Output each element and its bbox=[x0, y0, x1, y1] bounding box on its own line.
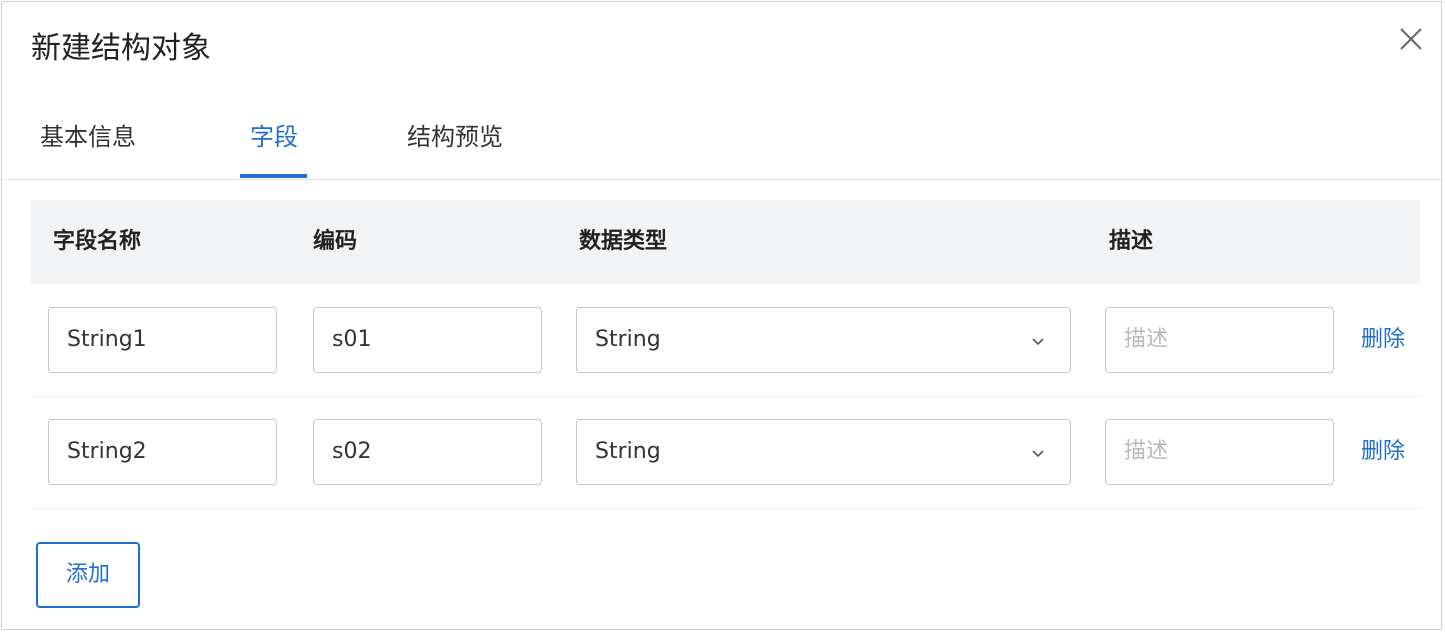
data-type-value: String bbox=[595, 439, 661, 464]
chevron-down-icon bbox=[1032, 450, 1044, 458]
column-header-data-type: 数据类型 bbox=[579, 229, 668, 254]
field-code-input[interactable]: s01 bbox=[313, 307, 542, 373]
field-code-input[interactable]: s02 bbox=[313, 419, 542, 485]
column-header-field-name: 字段名称 bbox=[53, 229, 142, 254]
tab-bar: 基本信息 字段 结构预览 bbox=[2, 102, 1441, 180]
column-header-description: 描述 bbox=[1109, 229, 1154, 254]
fields-table-header: 字段名称 编码 数据类型 描述 bbox=[31, 200, 1420, 284]
data-type-value: String bbox=[595, 327, 661, 352]
dialog-title: 新建结构对象 bbox=[31, 31, 211, 66]
close-icon bbox=[1400, 28, 1422, 50]
chevron-down-icon bbox=[1032, 338, 1044, 346]
tab-basic-info[interactable]: 基本信息 bbox=[40, 121, 136, 153]
description-input[interactable]: 描述 bbox=[1105, 419, 1334, 485]
data-type-select[interactable]: String bbox=[576, 419, 1071, 485]
tab-fields[interactable]: 字段 bbox=[250, 121, 298, 153]
table-row: String1 s01 String 描述 删除 bbox=[31, 284, 1420, 397]
delete-row-link[interactable]: 删除 bbox=[1361, 419, 1405, 485]
create-structure-dialog: 新建结构对象 基本信息 字段 结构预览 字段名称 编码 数据类型 描述 Stri… bbox=[1, 1, 1442, 630]
column-header-code: 编码 bbox=[313, 229, 358, 254]
data-type-select[interactable]: String bbox=[576, 307, 1071, 373]
tab-structure-preview[interactable]: 结构预览 bbox=[407, 121, 503, 153]
field-name-input[interactable]: String2 bbox=[48, 419, 277, 485]
description-input[interactable]: 描述 bbox=[1105, 307, 1334, 373]
close-button[interactable] bbox=[1396, 24, 1426, 54]
add-field-button[interactable]: 添加 bbox=[36, 542, 140, 608]
delete-row-link[interactable]: 删除 bbox=[1361, 307, 1405, 373]
table-row: String2 s02 String 描述 删除 bbox=[31, 396, 1420, 509]
field-name-input[interactable]: String1 bbox=[48, 307, 277, 373]
active-tab-indicator bbox=[240, 174, 307, 178]
